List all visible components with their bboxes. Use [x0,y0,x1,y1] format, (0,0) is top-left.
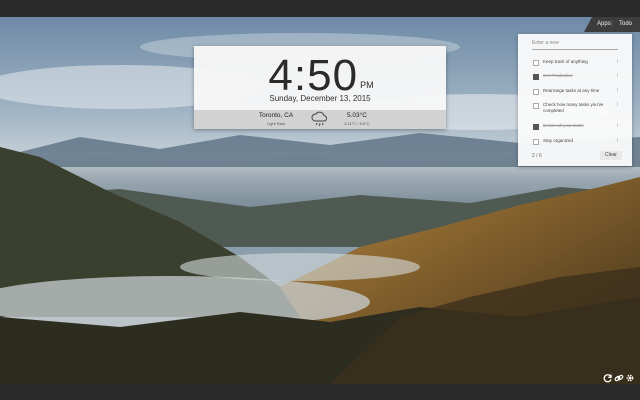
date-label: Sunday, December 13, 2015 [269,94,371,103]
todo-checkbox[interactable] [533,139,539,145]
todo-item[interactable]: Stay organized ⁞ [530,137,622,146]
todo-panel: Enter a new Keep track of anything ⁞ Get… [518,34,632,166]
todo-item[interactable]: Rearrange tasks at any time ⁞ [530,87,622,96]
todo-checkbox[interactable] [533,60,539,66]
todo-text: Stay organized [543,138,574,143]
tab-separator: | [611,21,613,27]
top-bar [0,0,640,17]
weather-location: Toronto, CA [258,112,294,119]
todo-input[interactable]: Enter a new [532,40,559,46]
todo-text: Rearrange tasks at any time [543,88,600,93]
weather-temp: 5.03°C [347,112,367,119]
todo-checkbox[interactable] [533,124,539,130]
todo-item[interactable]: Keep track of anything ⁞ [530,58,622,67]
todo-item[interactable]: Delete all your tasks ⁞ [530,122,622,131]
weather-bar: Toronto, CA Light Rain 5.03°C 4.11°C / 5… [194,110,446,129]
todo-text: Delete all your tasks [543,123,584,128]
todo-checkbox[interactable] [533,103,539,109]
drag-handle-icon[interactable]: ⁞ [617,88,618,94]
weather-condition: Light Rain [266,121,285,126]
todo-text: Keep track of anything [543,59,588,64]
drag-handle-icon[interactable]: ⁞ [617,138,618,144]
todo-input-underline [532,49,618,50]
todo-text: Get Productive [543,73,573,78]
refresh-icon[interactable] [603,370,613,383]
todo-text: Check how many tasks you've completed [543,102,604,113]
clear-button[interactable]: Clear [600,151,622,160]
todo-checkbox[interactable] [533,89,539,95]
ampm-label: PM [360,80,374,90]
rain-cloud-icon [311,111,329,128]
weather-range: 4.11°C / 5.5°C [344,121,370,126]
todo-count: 2 / 6 [532,153,542,159]
drag-handle-icon[interactable]: ⁞ [617,59,618,65]
todo-item[interactable]: Check how many tasks you've completed ⁞ [530,101,622,117]
bottom-bar [0,384,640,400]
apps-link[interactable]: Apps [597,21,611,27]
todo-item[interactable]: Get Productive ⁞ [530,72,622,81]
todo-checkbox[interactable] [533,74,539,80]
gear-icon[interactable] [625,370,635,382]
todo-link[interactable]: Todo [619,21,632,27]
link-icon[interactable] [614,370,624,382]
time-value: 4:50 [268,51,359,100]
drag-handle-icon[interactable]: ⁞ [617,123,618,129]
drag-handle-icon[interactable]: ⁞ [617,102,618,108]
clock-widget: 4:50 PM Sunday, December 13, 2015 Toronto… [194,46,446,129]
drag-handle-icon[interactable]: ⁞ [617,73,618,79]
